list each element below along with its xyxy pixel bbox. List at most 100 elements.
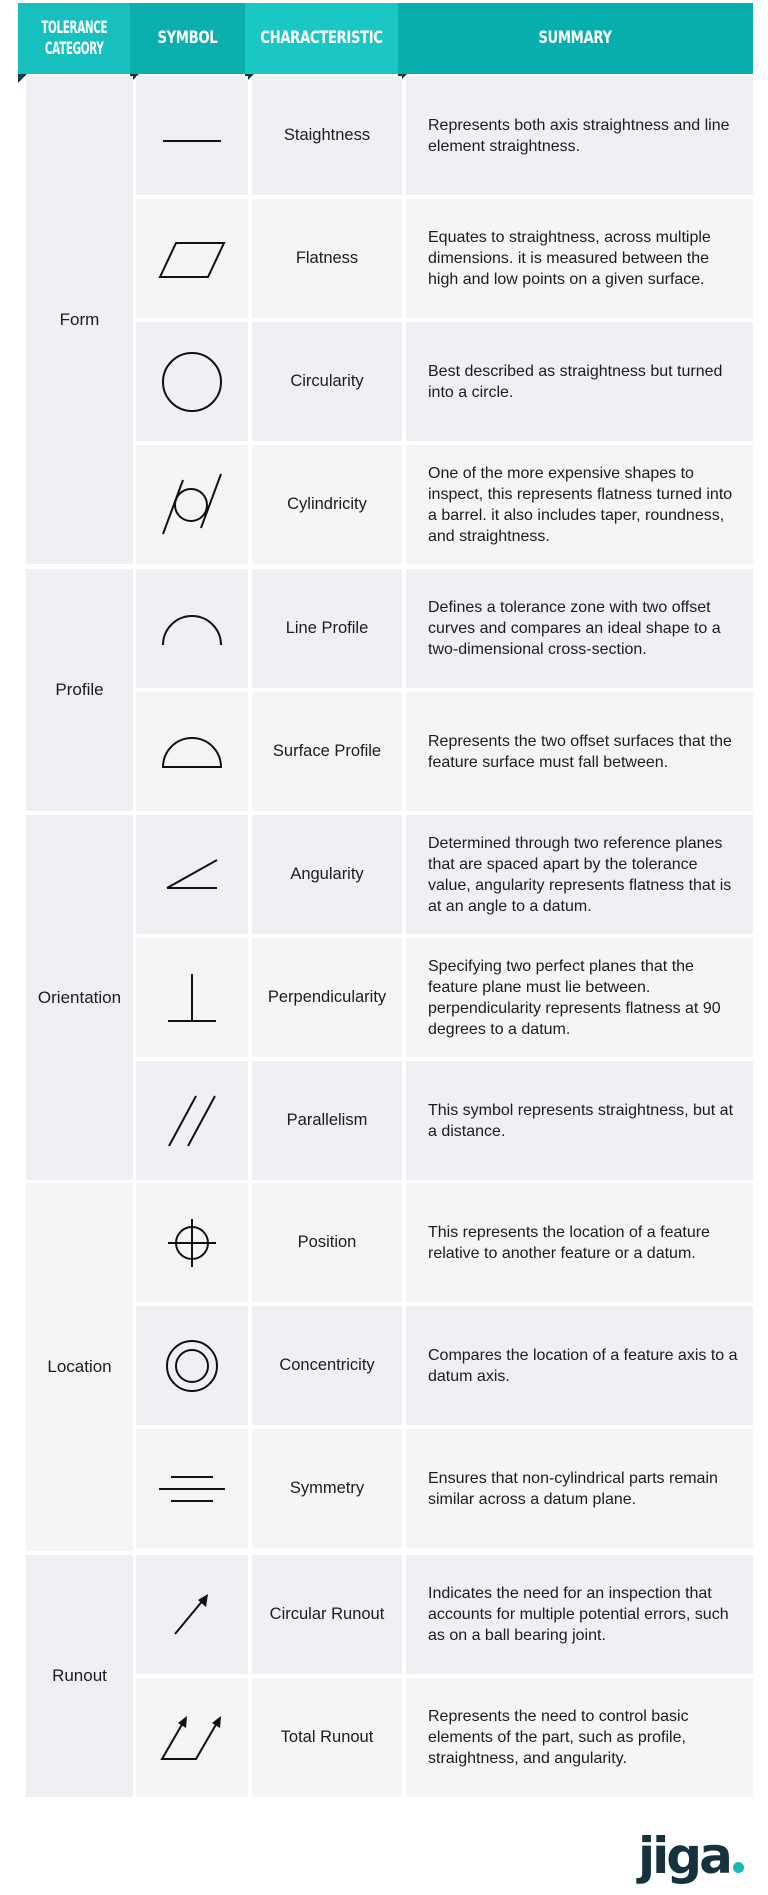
symbol-cell [136,815,248,934]
group-form: Form Staightness Represents both axis st… [26,76,753,564]
parallelism-icon [166,1094,218,1148]
table-row: Surface Profile Represents the two offse… [136,692,753,811]
characteristic-cell: Circularity [252,322,402,441]
category-label: Profile [55,680,104,699]
header-line-1: TOLERANCE [40,17,108,38]
line-profile-icon [160,611,224,647]
header-summary: SUMMARY [398,3,753,74]
total-runout-icon [159,1714,225,1762]
logo-dot [732,1862,744,1873]
characteristic-cell: Total Runout [252,1678,402,1797]
summary-cell: Defines a tolerance zone with two offset… [406,569,753,688]
summary-text: This symbol represents straightness, but… [428,1101,734,1140]
category-label: Orientation [37,987,122,1007]
summary-cell: Determined through two reference planes … [406,815,753,934]
surface-profile-icon [160,734,224,770]
category-cell: Runout [26,1555,133,1797]
summary-text: Best described as straightness but turne… [428,362,723,401]
symbol-cell [136,445,248,564]
group-location: Location Position This represents the lo… [26,1183,753,1551]
circularity-icon [160,350,224,414]
summary-cell: This represents the location of a featur… [406,1183,753,1302]
characteristic-cell: Flatness [252,199,402,318]
summary-cell: Represents both axis straightness and li… [406,76,753,195]
table-row: Parallelism This symbol represents strai… [136,1061,753,1180]
header-characteristic: CHARACTERISTIC [245,3,398,74]
header-symbol: SYMBOL [130,3,245,74]
summary-text: Defines a tolerance zone with two offset… [428,599,721,658]
table-row: Total Runout Represents the need to cont… [136,1678,753,1797]
symbol-cell [136,1183,248,1302]
summary-text: Determined through two reference planes … [428,834,732,915]
summary-text: Indicates the need for an inspection tha… [428,1585,729,1644]
group-runout: Runout Circular Runout Indicates the nee… [26,1555,753,1797]
table-row: Flatness Equates to straightness, across… [136,199,753,318]
symmetry-icon [157,1474,227,1504]
flatness-icon [156,239,228,279]
characteristic-cell: Cylindricity [252,445,402,564]
header-tolerance-category: TOLERANCE CATEGORY [18,3,130,74]
summary-text: Specifying two perfect planes that the f… [428,957,721,1038]
characteristic-cell: Parallelism [252,1061,402,1180]
symbol-cell [136,569,248,688]
summary-cell: Equates to straightness, across multiple… [406,199,753,318]
symbol-cell [136,1429,248,1548]
header-symbol-label: SYMBOL [157,28,218,48]
summary-text: Represents both axis straightness and li… [428,116,730,155]
logo-text: jiga [638,1827,733,1885]
summary-cell: Represents the need to control basic ele… [406,1678,753,1797]
characteristic-cell: Circular Runout [252,1555,402,1674]
summary-text: Compares the location of a feature axis … [428,1346,738,1385]
summary-cell: Ensures that non-cylindrical parts remai… [406,1429,753,1548]
concentricity-icon [164,1338,220,1394]
symbol-cell [136,199,248,318]
table-row: Staightness Represents both axis straigh… [136,76,753,195]
summary-text: Equates to straightness, across multiple… [428,229,711,288]
group-orientation: Orientation Angularity Determined throug… [26,815,753,1180]
summary-cell: This symbol represents straightness, but… [406,1061,753,1180]
summary-text: Represents the two offset surfaces that … [428,732,732,771]
straightness-icon [157,121,227,151]
category-label: Form [59,310,100,329]
symbol-cell [136,1061,248,1180]
symbol-cell [136,322,248,441]
characteristic-cell: Angularity [252,815,402,934]
symbol-cell [136,938,248,1057]
table-row: Cylindricity One of the more expensive s… [136,445,753,564]
table-row: Circular Runout Indicates the need for a… [136,1555,753,1674]
characteristic-cell: Position [252,1183,402,1302]
symbol-cell [136,1555,248,1674]
table-row: Angularity Determined through two refere… [136,815,753,934]
summary-cell: Compares the location of a feature axis … [406,1306,753,1425]
table-row: Symmetry Ensures that non-cylindrical pa… [136,1429,753,1548]
summary-cell: One of the more expensive shapes to insp… [406,445,753,564]
summary-cell: Represents the two offset surfaces that … [406,692,753,811]
characteristic-cell: Line Profile [252,569,402,688]
summary-text: Represents the need to control basic ele… [428,1708,689,1767]
category-cell: Form [26,76,133,564]
header-summary-label: SUMMARY [538,28,613,48]
characteristic-cell: Surface Profile [252,692,402,811]
summary-text: This represents the location of a featur… [428,1223,710,1262]
symbol-cell [136,692,248,811]
table-row: Concentricity Compares the location of a… [136,1306,753,1425]
position-icon [166,1217,218,1269]
header-line-2: CATEGORY [44,38,104,59]
symbol-cell [136,76,248,195]
symbol-cell [136,1678,248,1797]
jiga-logo: jiga [638,1826,744,1886]
group-profile: Profile Line Profile Defines a tolerance… [26,569,753,811]
characteristic-cell: Staightness [252,76,402,195]
angularity-icon [164,858,220,892]
characteristic-cell: Perpendicularity [252,938,402,1057]
header-characteristic-label: CHARACTERISTIC [260,28,383,48]
category-cell: Location [26,1183,133,1551]
cylindricity-icon [159,472,225,538]
category-cell: Orientation [26,815,133,1180]
characteristic-cell: Concentricity [252,1306,402,1425]
characteristic-cell: Symmetry [252,1429,402,1548]
perpendicularity-icon [165,971,219,1025]
category-label: Location [47,1357,112,1376]
table-header: TOLERANCE CATEGORY SYMBOL CHARACTERISTIC … [18,3,753,74]
summary-text: One of the more expensive shapes to insp… [428,464,733,545]
